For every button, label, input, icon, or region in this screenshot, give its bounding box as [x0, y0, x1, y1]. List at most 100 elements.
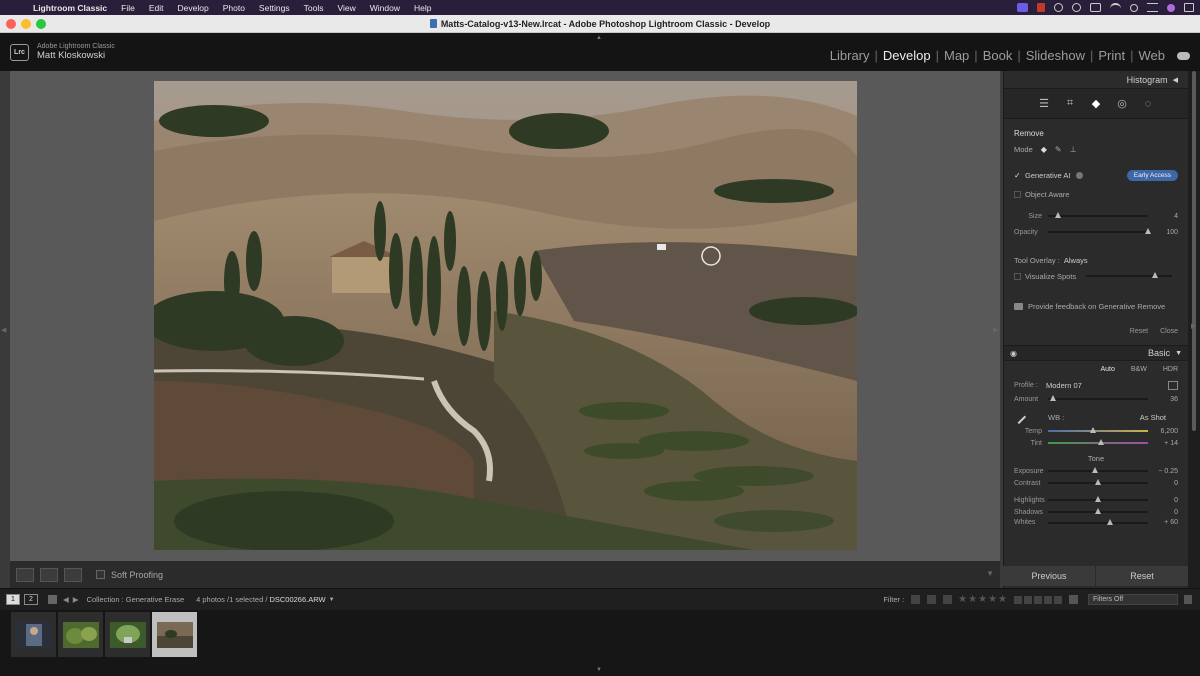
cc-icon[interactable]: [1054, 3, 1063, 12]
remove-close-button[interactable]: Close: [1160, 328, 1178, 342]
remove-reset-button[interactable]: Reset: [1130, 328, 1148, 342]
expand-left-panel-icon[interactable]: ◀: [1, 326, 6, 334]
menu-file[interactable]: File: [114, 3, 142, 13]
red-eye-icon[interactable]: ◎: [1116, 97, 1129, 110]
control-center-icon[interactable]: [1147, 3, 1158, 12]
grid-view-icon[interactable]: [48, 595, 57, 604]
cloud-sync-icon[interactable]: [1177, 52, 1190, 60]
tint-knob[interactable]: [1098, 439, 1104, 445]
generative-ai-checkbox[interactable]: ✓: [1014, 171, 1021, 179]
color-swatch-purple[interactable]: [1054, 595, 1062, 604]
exposure-value[interactable]: − 0.25: [1154, 468, 1178, 475]
profile-browser-icon[interactable]: [1168, 380, 1178, 390]
collection-path[interactable]: Collection : Generative Erase: [87, 595, 185, 604]
rating-filter-stars[interactable]: ★★★★★: [958, 594, 1008, 605]
menu-window[interactable]: Window: [363, 3, 407, 13]
search-icon[interactable]: [1130, 3, 1138, 12]
histogram-header[interactable]: Histogram ◀: [1004, 71, 1188, 89]
highlights-slider[interactable]: [1048, 496, 1148, 502]
shadows-knob[interactable]: [1095, 508, 1101, 514]
filename-menu-icon[interactable]: ▼: [329, 597, 335, 603]
module-library[interactable]: Library: [825, 48, 875, 63]
zoom-window-button[interactable]: [36, 19, 46, 29]
tool-overlay-select[interactable]: Always: [1064, 256, 1088, 265]
masking-icon[interactable]: ◌: [1142, 97, 1155, 110]
color-swatch-red[interactable]: [1014, 595, 1022, 604]
soft-proofing-checkbox[interactable]: [96, 570, 105, 579]
before-after-view-icon[interactable]: [64, 567, 82, 582]
contrast-value[interactable]: 0: [1154, 480, 1178, 487]
toolbar-menu-icon[interactable]: ▼: [986, 569, 994, 578]
play-icon[interactable]: [1072, 3, 1081, 12]
remove-eraser-icon[interactable]: ◆: [1090, 97, 1103, 110]
hdr-button[interactable]: HDR: [1163, 366, 1178, 373]
reset-button[interactable]: Reset: [1096, 566, 1188, 586]
flag-filter-icon-2[interactable]: [927, 595, 937, 604]
whites-slider[interactable]: [1048, 518, 1148, 525]
exposure-knob[interactable]: [1092, 467, 1098, 473]
collapse-top-panel-icon[interactable]: ▲: [596, 35, 602, 41]
flag-filter-icon[interactable]: [911, 595, 921, 604]
module-book[interactable]: Book: [978, 48, 1018, 63]
auto-button[interactable]: Auto: [1100, 366, 1114, 373]
contrast-slider[interactable]: [1048, 479, 1148, 485]
loupe-view-icon[interactable]: [16, 567, 34, 582]
screen-share-icon[interactable]: [1017, 3, 1028, 12]
wb-select[interactable]: As Shot: [1140, 413, 1166, 422]
crop-icon[interactable]: ⌗: [1064, 97, 1077, 110]
size-value[interactable]: 4: [1154, 213, 1178, 220]
compare-view-icon[interactable]: [40, 567, 58, 582]
color-label-filter[interactable]: [1014, 595, 1062, 604]
filmstrip-thumb-4-selected[interactable]: [152, 612, 197, 657]
collapse-filmstrip-icon[interactable]: ▼: [596, 667, 602, 673]
menu-settings[interactable]: Settings: [252, 3, 297, 13]
mode-heal-icon[interactable]: ✎: [1055, 145, 1062, 154]
menu-view[interactable]: View: [330, 3, 362, 13]
shadows-value[interactable]: 0: [1154, 509, 1178, 516]
menu-help[interactable]: Help: [407, 3, 438, 13]
siri-icon[interactable]: [1167, 3, 1175, 12]
expand-right-panel-icon[interactable]: ▶: [993, 326, 998, 334]
size-slider[interactable]: [1048, 212, 1148, 218]
amount-knob[interactable]: [1050, 395, 1056, 401]
basic-header[interactable]: ◉ Basic ▼: [1004, 345, 1188, 361]
color-swatch-blue[interactable]: [1044, 595, 1052, 604]
filmstrip-thumb-3[interactable]: [105, 612, 150, 657]
temp-knob[interactable]: [1090, 427, 1096, 433]
module-print[interactable]: Print: [1093, 48, 1130, 63]
menu-tools[interactable]: Tools: [297, 3, 331, 13]
forward-arrow-icon[interactable]: ▶: [73, 595, 79, 604]
menu-edit[interactable]: Edit: [142, 3, 171, 13]
opacity-value[interactable]: 100: [1154, 229, 1178, 236]
tint-slider[interactable]: [1048, 439, 1148, 445]
filmstrip-thumb-2[interactable]: [58, 612, 103, 657]
notification-icon[interactable]: [1184, 3, 1194, 12]
amount-slider[interactable]: [1048, 395, 1148, 401]
filmstrip-thumb-1[interactable]: [11, 612, 56, 657]
menu-photo[interactable]: Photo: [216, 3, 252, 13]
scrollbar-thumb[interactable]: [1192, 71, 1196, 431]
eye-icon[interactable]: ◉: [1010, 349, 1017, 358]
module-web[interactable]: Web: [1134, 48, 1171, 63]
record-app-icon[interactable]: [1037, 3, 1045, 12]
visualize-spots-slider[interactable]: [1086, 272, 1172, 278]
highlights-value[interactable]: 0: [1154, 497, 1178, 504]
color-swatch-yellow[interactable]: [1024, 595, 1032, 604]
menu-develop[interactable]: Develop: [171, 3, 216, 13]
previous-button[interactable]: Previous: [1003, 566, 1095, 586]
tint-value[interactable]: + 14: [1154, 440, 1178, 447]
profile-select[interactable]: Modern 07: [1046, 381, 1082, 390]
highlights-knob[interactable]: [1095, 496, 1101, 502]
module-develop[interactable]: Develop: [878, 48, 936, 63]
selected-filename[interactable]: DSC00266.ARW: [269, 595, 325, 604]
whites-knob[interactable]: [1107, 518, 1113, 525]
module-map[interactable]: Map: [939, 48, 974, 63]
opacity-slider-knob[interactable]: [1145, 228, 1151, 234]
shadows-slider[interactable]: [1048, 508, 1148, 514]
wb-eyedropper-icon[interactable]: [1011, 409, 1027, 425]
menu-app-name[interactable]: Lightroom Classic: [26, 3, 114, 13]
mode-clone-icon[interactable]: ⊥: [1070, 145, 1077, 154]
control-icon[interactable]: [1090, 3, 1101, 12]
edit-sliders-icon[interactable]: ☰: [1038, 97, 1051, 110]
collapse-right-panel-icon[interactable]: ▶: [1191, 322, 1196, 330]
